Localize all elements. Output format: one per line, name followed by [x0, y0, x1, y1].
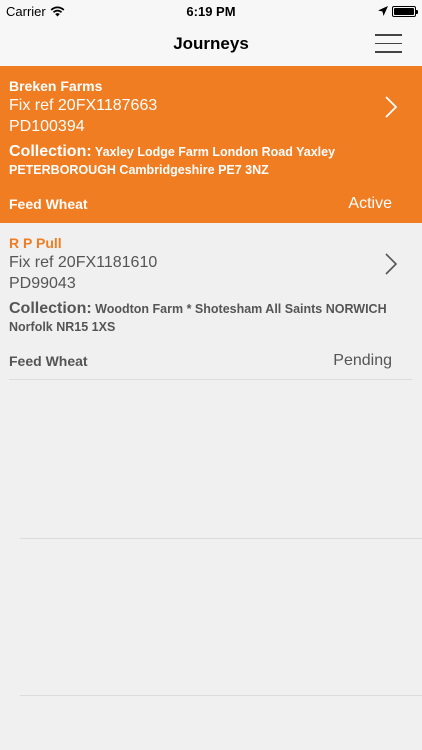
navigation-bar: Journeys [0, 22, 422, 66]
journey-product: Feed Wheat [9, 196, 88, 212]
status-left: Carrier [6, 4, 65, 19]
status-badge: Active [348, 195, 392, 212]
carrier-label: Carrier [6, 3, 46, 19]
battery-icon [392, 5, 418, 17]
location-arrow-icon [378, 6, 388, 16]
journey-fix-ref: Fix ref 20FX1187663 [9, 97, 158, 114]
empty-row-divider [20, 695, 422, 696]
chevron-right-icon [385, 253, 398, 275]
journey-pd: PD99043 [9, 275, 76, 292]
status-right [378, 5, 418, 17]
page-title: Journeys [173, 34, 249, 53]
journey-footer: Feed Wheat Pending [9, 352, 392, 370]
journey-product: Feed Wheat [9, 353, 88, 369]
collection-label: Collection: [9, 143, 92, 160]
chevron-right-icon [385, 96, 398, 118]
journey-row[interactable]: Breken Farms Fix ref 20FX1187663 PD10039… [0, 66, 422, 223]
hamburger-menu-icon[interactable] [375, 34, 402, 54]
empty-row-divider [20, 538, 422, 539]
journey-pd: PD100394 [9, 118, 85, 135]
wifi-icon [50, 6, 65, 16]
journey-fix-ref: Fix ref 20FX1181610 [9, 254, 158, 271]
row-divider [9, 379, 412, 380]
journey-name: R P Pull [9, 235, 62, 251]
journey-footer: Feed Wheat Active [9, 195, 392, 213]
journey-collection: Collection: Woodton Farm * Shotesham All… [9, 300, 392, 336]
journey-collection: Collection: Yaxley Lodge Farm London Roa… [9, 143, 392, 179]
collection-label: Collection: [9, 300, 92, 317]
status-badge: Pending [333, 352, 392, 369]
journey-name: Breken Farms [9, 78, 103, 94]
journey-list: Breken Farms Fix ref 20FX1187663 PD10039… [0, 66, 422, 380]
status-bar: Carrier 6:19 PM [0, 0, 422, 22]
journey-row[interactable]: R P Pull Fix ref 20FX1181610 PD99043 Col… [0, 223, 422, 380]
